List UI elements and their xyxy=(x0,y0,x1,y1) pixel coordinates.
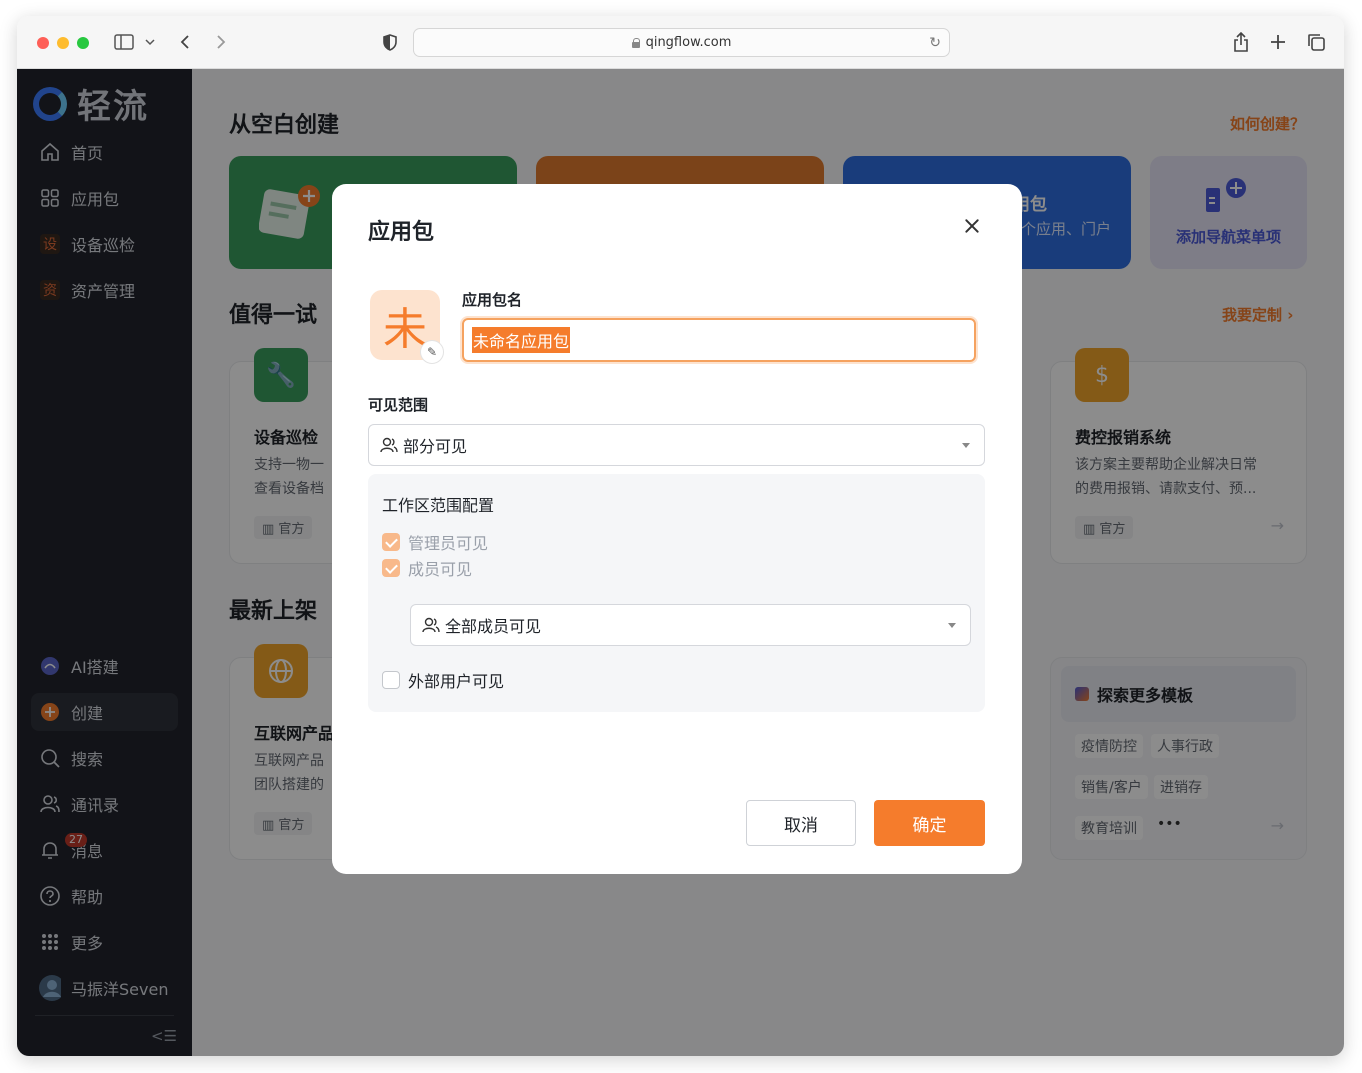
edit-pencil-icon[interactable]: ✎ xyxy=(420,340,444,364)
address-bar[interactable]: qingflow.com ↻ xyxy=(413,28,950,57)
shield-icon[interactable] xyxy=(381,29,399,55)
sidebar-toggle-icon[interactable] xyxy=(113,29,135,55)
maximize-window-button[interactable] xyxy=(77,37,89,49)
url-text: qingflow.com xyxy=(645,35,732,50)
visibility-select[interactable]: 部分可见 xyxy=(368,424,985,466)
dialog-title: 应用包 xyxy=(368,220,435,245)
reload-icon[interactable]: ↻ xyxy=(929,35,941,51)
workspace-scope-panel: 工作区范围配置 管理员可见 成员可见 全部成员可见 外部用户可见 xyxy=(368,474,985,712)
admin-visible-checkbox[interactable]: 管理员可见 xyxy=(382,530,488,554)
chevron-down-icon[interactable] xyxy=(143,29,157,55)
checkbox-checked-icon xyxy=(382,559,400,577)
tabs-overview-icon[interactable] xyxy=(1306,29,1326,55)
close-icon[interactable] xyxy=(962,216,982,236)
app-package-name-label: 应用包名 xyxy=(462,291,523,309)
cancel-button[interactable]: 取消 xyxy=(746,800,856,846)
confirm-button[interactable]: 确定 xyxy=(874,800,985,846)
app-package-icon[interactable]: 未 ✎ xyxy=(370,290,444,364)
external-visible-checkbox[interactable]: 外部用户可见 xyxy=(382,668,504,692)
browser-window: qingflow.com ↻ 轻流 首页 应用包 设 设备巡检 资 资产管理 A… xyxy=(17,16,1344,1056)
chevron-down-icon xyxy=(948,623,956,628)
browser-titlebar: qingflow.com ↻ xyxy=(17,16,1344,69)
scope-title: 工作区范围配置 xyxy=(382,496,495,515)
checkbox-checked-icon xyxy=(382,533,400,551)
checkbox-label: 成员可见 xyxy=(408,560,473,579)
checkbox-label: 外部用户可见 xyxy=(408,672,505,691)
member-scope-value: 全部成员可见 xyxy=(445,617,542,636)
visibility-value: 部分可见 xyxy=(403,437,468,456)
new-tab-icon[interactable] xyxy=(1269,29,1287,55)
share-icon[interactable] xyxy=(1231,29,1251,55)
app-package-dialog: 应用包 未 ✎ 应用包名 未命名应用包 可见范围 部分可见 工作区范围配置 管理… xyxy=(332,184,1022,874)
users-icon xyxy=(421,615,441,635)
visibility-label: 可见范围 xyxy=(368,396,429,414)
member-visible-checkbox[interactable]: 成员可见 xyxy=(382,556,472,580)
checkbox-label: 管理员可见 xyxy=(408,534,489,553)
chevron-down-icon xyxy=(962,443,970,448)
selected-text: 未命名应用包 xyxy=(472,327,571,353)
back-icon[interactable] xyxy=(177,29,193,55)
minimize-window-button[interactable] xyxy=(57,37,69,49)
lock-icon xyxy=(631,37,641,48)
member-scope-select[interactable]: 全部成员可见 xyxy=(410,604,971,646)
users-icon xyxy=(379,435,399,455)
checkbox-unchecked-icon xyxy=(382,671,400,689)
app-package-name-input[interactable]: 未命名应用包 xyxy=(462,318,976,362)
close-window-button[interactable] xyxy=(37,37,49,49)
forward-icon[interactable] xyxy=(213,29,229,55)
